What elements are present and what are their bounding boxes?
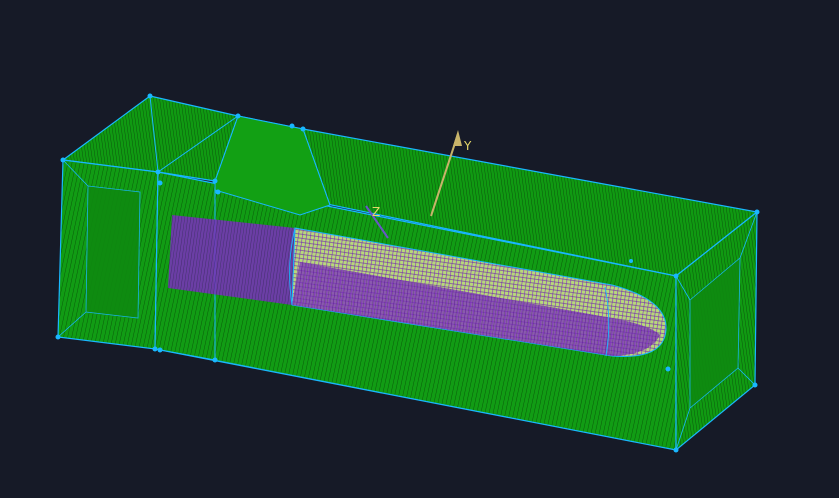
3d-viewport[interactable]: Y Z (0, 0, 839, 498)
z-axis-label: Z (372, 205, 380, 219)
y-axis-arrowhead (453, 130, 462, 146)
y-axis-label: Y (463, 139, 472, 153)
mesh-recess-left (85, 185, 141, 319)
